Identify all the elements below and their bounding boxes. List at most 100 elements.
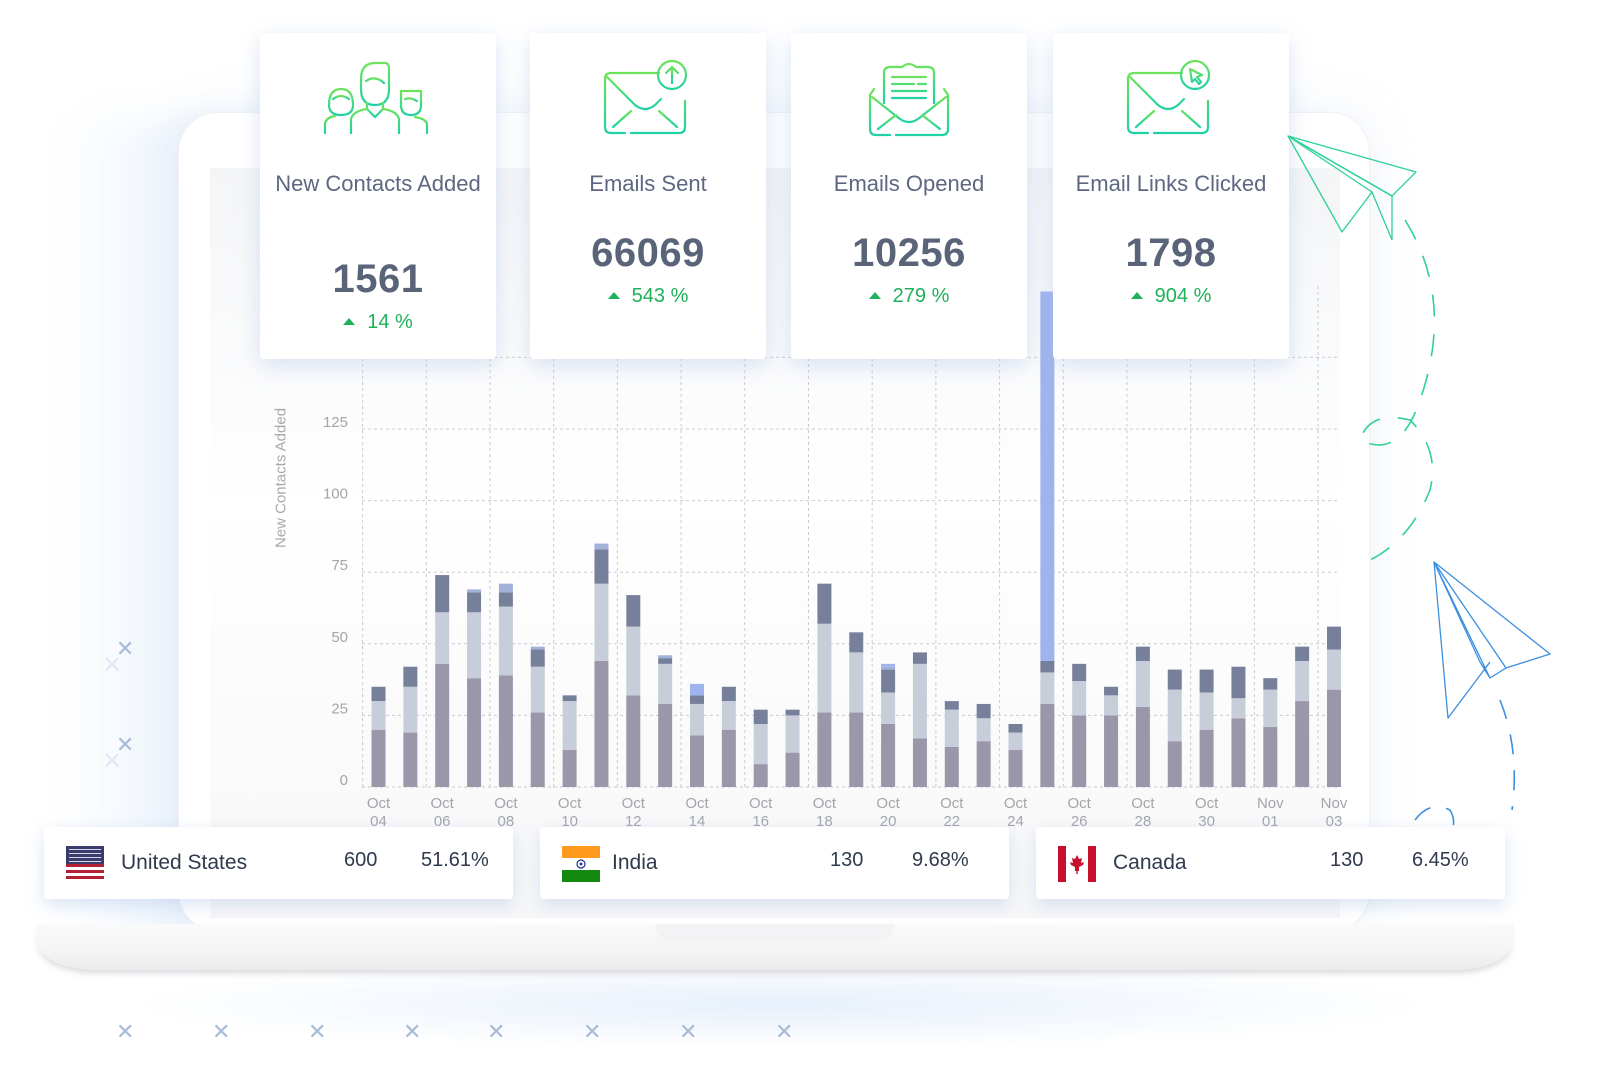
country-percent: 9.68% [912, 849, 969, 871]
country-row-india[interactable]: India 130 9.68% [540, 827, 1009, 899]
bar-segment [753, 723, 768, 765]
trend-up-icon [1130, 292, 1143, 299]
country-name: India [612, 851, 658, 874]
bar-segment [626, 595, 641, 627]
bar-segment [467, 592, 482, 613]
bar-segment [594, 543, 609, 550]
paper-planes-decoration [1287, 135, 1551, 831]
stat-delta-value: 14 % [367, 311, 413, 333]
us-flag-icon [66, 846, 104, 882]
paper-plane-blue-icon [1433, 561, 1551, 719]
bar-segment [976, 741, 991, 787]
country-count: 130 [830, 849, 864, 871]
bar-segment [498, 583, 513, 593]
bar-segment [690, 703, 704, 736]
bar-segment [1167, 741, 1182, 787]
bar-segment [562, 695, 577, 702]
bar-segment [1199, 692, 1214, 730]
bar-segment [658, 655, 673, 659]
bar-segment [721, 701, 736, 730]
bar-segment [1040, 703, 1055, 787]
bar-segment [912, 663, 927, 739]
bar-segment [1072, 663, 1087, 682]
flight-path-blue [1414, 699, 1516, 831]
bar-segment [1231, 698, 1246, 719]
country-percent: 51.61% [421, 849, 489, 871]
decor-x-icon: ✕ [487, 1019, 506, 1044]
bar-segment [594, 583, 609, 661]
bar-segment [881, 666, 896, 670]
bar-segment [881, 663, 896, 667]
decor-x-icon: ✕ [403, 1019, 422, 1044]
bar-segment [1135, 706, 1150, 787]
x-tick-label-month: Oct [494, 795, 518, 812]
bar-segment [944, 701, 959, 710]
bar-segment [467, 612, 482, 679]
bar-segment [1072, 681, 1087, 716]
bar-segment [403, 666, 418, 687]
stat-card-emails-opened[interactable]: Emails Opened 10256 279 % [791, 33, 1027, 359]
stat-delta-value: 543 % [631, 285, 689, 307]
stat-delta: 279 % [791, 285, 1027, 308]
bar-segment [371, 686, 386, 702]
bar-segment [690, 683, 704, 696]
stat-value: 66069 [591, 231, 705, 275]
x-tick-label-month: Oct [367, 795, 391, 812]
bar-segment [976, 718, 991, 742]
stat-delta: 14 % [260, 311, 496, 334]
bar-segment [658, 663, 673, 704]
bar-segment [658, 658, 673, 664]
y-tick-label: 50 [331, 629, 348, 646]
country-count: 130 [1330, 849, 1364, 871]
bar-segment [912, 652, 927, 664]
bar-segment [626, 626, 641, 696]
bar-segment [817, 623, 832, 713]
x-tick-label-month: Oct [1004, 795, 1028, 812]
bar-segment [1199, 729, 1214, 787]
bar-segment [753, 709, 768, 724]
bar-segment [817, 583, 832, 624]
bar-segment [1040, 672, 1055, 704]
country-row-united-states[interactable]: United States 600 51.61% [44, 827, 513, 899]
x-tick-label-month: Oct [685, 795, 709, 812]
bar-segment [1008, 749, 1023, 787]
y-tick-label: 100 [323, 486, 348, 503]
stat-delta-value: 279 % [892, 285, 950, 307]
stat-delta: 543 % [530, 285, 766, 308]
bar-segment [976, 703, 991, 719]
bar-segment [626, 695, 641, 787]
bar-segment [498, 606, 513, 676]
decor-x-icon: ✕ [583, 1019, 602, 1044]
bar-segment [753, 764, 768, 787]
stat-card-emails-sent[interactable]: Emails Sent 66069 543 % [530, 33, 766, 359]
bar-segment [1263, 678, 1278, 690]
stat-card-new-contacts[interactable]: New Contacts Added 1561 14 % [260, 33, 496, 359]
x-tick-label-month: Oct [558, 795, 582, 812]
y-tick-label: 0 [340, 772, 348, 789]
x-tick-label-month: Oct [622, 795, 646, 812]
country-percent: 6.45% [1412, 849, 1469, 871]
bar-segment [881, 723, 896, 787]
email-clicked-icon [1126, 59, 1211, 135]
bar-segment [435, 612, 450, 664]
bar-segment [881, 669, 896, 693]
email-sent-icon [603, 59, 688, 135]
decor-x-icon: ✕ [102, 748, 123, 775]
x-tick-label-month: Oct [876, 795, 900, 812]
decor-x-icon: ✕ [775, 1019, 794, 1044]
stat-value: 1798 [1125, 231, 1217, 275]
decor-x-icon: ✕ [308, 1019, 327, 1044]
trend-up-icon [868, 292, 881, 299]
bar-segment [785, 715, 800, 753]
bar-segment [371, 729, 386, 787]
bar-segment [594, 660, 609, 787]
country-name: United States [121, 851, 248, 874]
bar-segment [403, 686, 418, 733]
bar-segment [1231, 718, 1246, 787]
decor-x-icon: ✕ [679, 1019, 698, 1044]
stat-card-email-links-clicked[interactable]: Email Links Clicked 1798 904 % [1053, 33, 1289, 359]
bar-segment [1104, 695, 1119, 716]
bar-segment [498, 592, 513, 607]
y-tick-label: 25 [331, 700, 348, 717]
stat-label: New Contacts Added [275, 171, 481, 196]
